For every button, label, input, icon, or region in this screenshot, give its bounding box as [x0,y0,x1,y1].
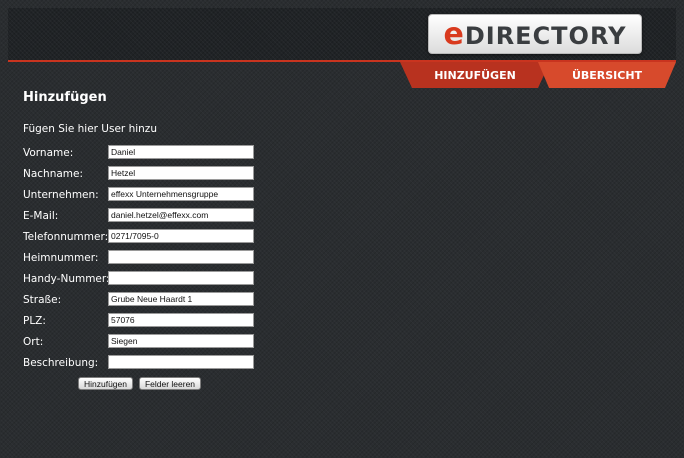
header-accent-line [8,60,676,62]
tab-hinzufuegen[interactable]: HINZUFÜGEN [400,62,550,88]
beschreibung-label: Beschreibung: [23,357,99,369]
page-frame: eDIRECTORY HINZUFÜGEN ÜBERSICHT Hinzufüg… [8,8,676,450]
ort-input[interactable] [108,334,254,348]
form-row-email: E-Mail: [23,208,254,224]
form-row-handynummer: Handy-Nummer: [23,271,254,287]
telefonnummer-label: Telefonnummer: [23,231,109,243]
edirectory-logo[interactable]: eDIRECTORY [428,14,642,54]
strasse-label: Straße: [23,294,62,306]
vorname-input[interactable] [108,145,254,159]
strasse-input[interactable] [108,292,254,306]
form-row-vorname: Vorname: [23,145,254,161]
form-row-plz: PLZ: [23,313,254,329]
tab-uebersicht[interactable]: ÜBERSICHT [538,62,676,88]
form-row-strasse: Straße: [23,292,254,308]
header-bar: eDIRECTORY [8,8,676,60]
vorname-label: Vorname: [23,147,74,159]
unternehmen-input[interactable] [108,187,254,201]
tab-label: ÜBERSICHT [571,68,643,82]
tab-label: HINZUFÜGEN [434,68,516,82]
form-row-heimnummer: Heimnummer: [23,250,254,266]
email-label: E-Mail: [23,210,59,222]
handynummer-label: Handy-Nummer: [23,273,110,285]
heimnummer-label: Heimnummer: [23,252,99,264]
email-input[interactable] [108,208,254,222]
logo-text: eDIRECTORY [443,16,627,52]
ort-label: Ort: [23,336,44,348]
unternehmen-label: Unternehmen: [23,189,99,201]
plz-input[interactable] [108,313,254,327]
page-subtitle: Fügen Sie hier User hinzu [23,123,157,135]
felder-leeren-button[interactable]: Felder leeren [139,377,201,390]
nachname-input[interactable] [108,166,254,180]
handynummer-input[interactable] [108,271,254,285]
hinzufuegen-button[interactable]: Hinzufügen [78,377,133,390]
beschreibung-input[interactable] [108,355,254,369]
form-row-telefonnummer: Telefonnummer: [23,229,254,245]
telefonnummer-input[interactable] [108,229,254,243]
form-row-unternehmen: Unternehmen: [23,187,254,203]
page-title: Hinzufügen [23,90,107,105]
heimnummer-input[interactable] [108,250,254,264]
plz-label: PLZ: [23,315,46,327]
nachname-label: Nachname: [23,168,84,180]
form-row-beschreibung: Beschreibung: [23,355,254,371]
form-row-ort: Ort: [23,334,254,350]
form-row-nachname: Nachname: [23,166,254,182]
